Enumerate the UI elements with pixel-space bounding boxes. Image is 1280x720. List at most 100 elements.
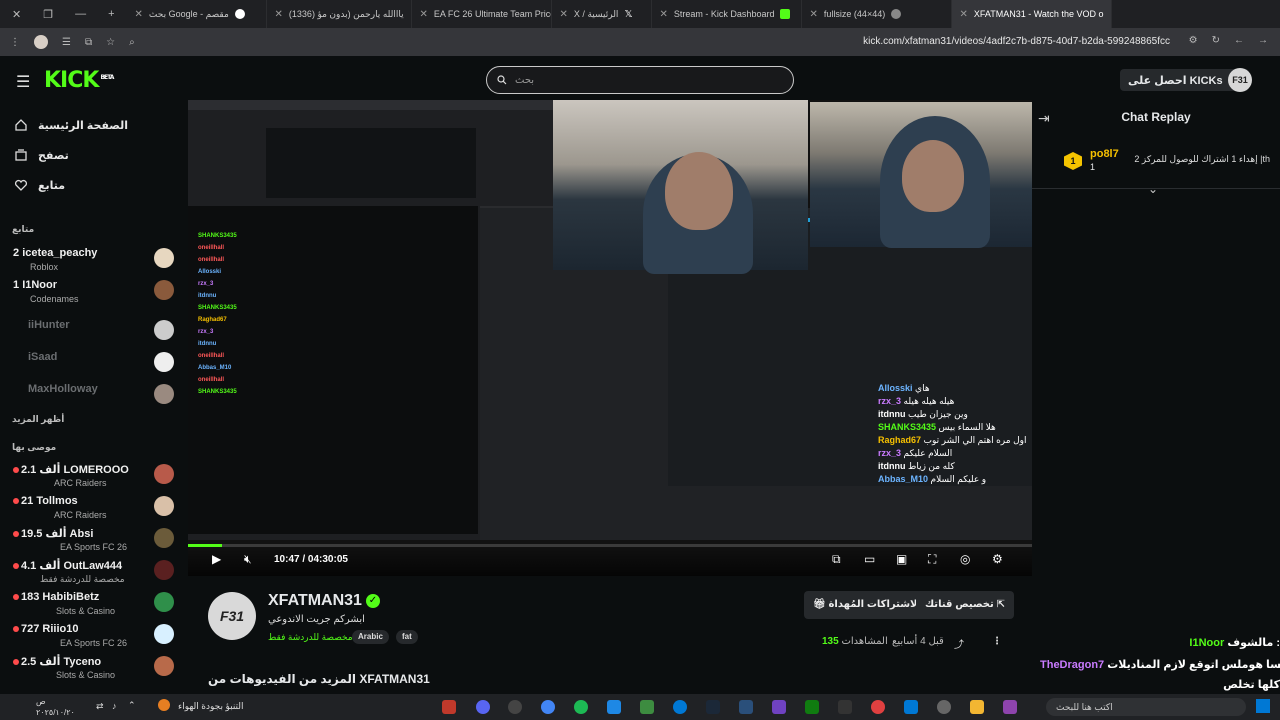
taskbar-app-icon[interactable] — [772, 700, 786, 714]
recommended-channel[interactable]: 4.1 ألف OutLaw444 مخصصة للدردشة فقط — [0, 556, 186, 586]
gift-subs-button[interactable]: 🎁︎ الاشتراكات المُهداة — [804, 591, 930, 619]
view-count: 135 المشاهدات — [822, 636, 888, 647]
customize-channel-button[interactable]: تخصيص قناتك ⇱ — [916, 591, 1014, 619]
external-link-icon: ⇱ — [996, 599, 1005, 610]
recommended-channel[interactable]: 2.1 ألف LOMEROOO ARC Raiders — [0, 460, 186, 490]
kick-logo[interactable]: KICK BETA — [44, 68, 114, 93]
avatar — [154, 352, 174, 372]
following-channel-offline[interactable]: MaxHolloway — [0, 380, 186, 410]
nav-browse[interactable]: تصفح — [14, 148, 69, 162]
taskbar-app-icon[interactable] — [442, 700, 456, 714]
share-icon[interactable]: ⤴ — [954, 636, 964, 651]
close-tab-icon[interactable]: ✕ — [420, 9, 428, 20]
browser-tab[interactable]: ✕ Stream - Kick Dashboard — [652, 0, 802, 28]
file-explorer-icon[interactable] — [970, 700, 984, 714]
browser-tab[interactable]: ✕ (1336) يااالله يارحمن (بدون مؤ — [267, 0, 412, 28]
steam-icon[interactable] — [706, 700, 720, 714]
extensions-icon[interactable]: ⧉ — [85, 37, 92, 48]
theater-mode-icon[interactable]: ▭ — [864, 552, 875, 566]
minecraft-icon[interactable] — [640, 700, 654, 714]
taskbar-app-icon[interactable] — [871, 700, 885, 714]
settings-gear-icon[interactable]: ⚙ — [992, 552, 1003, 566]
discord-icon[interactable] — [476, 700, 490, 714]
url-field[interactable]: kick.com/xfatman31/videos/4adf2c7b-d875-… — [863, 36, 1170, 47]
following-channel-offline[interactable]: iiHunter — [0, 316, 186, 346]
expand-chevron-icon[interactable]: ⌄ — [1148, 182, 1158, 196]
following-channel[interactable]: 2 icetea_peachy Roblox — [0, 244, 186, 274]
taskbar-app-icon[interactable] — [1003, 700, 1017, 714]
taskbar-app-icon[interactable] — [838, 700, 852, 714]
recommended-channel[interactable]: 19.5 ألف Absi EA Sports FC 26 — [0, 524, 186, 554]
recommended-channel[interactable]: 21 Tollmos ARC Raiders — [0, 492, 186, 522]
show-more-link[interactable]: أظهر المزيد — [12, 414, 64, 425]
obs-icon[interactable] — [508, 700, 522, 714]
windows-search-box[interactable]: اكتب هنا للبحث — [1046, 698, 1246, 716]
taskbar-clock[interactable]: ص ٢٠٢٥/١٠/٢٠ — [36, 696, 75, 718]
profile-icon[interactable] — [34, 35, 48, 49]
seek-bar[interactable] — [188, 544, 1032, 547]
bookmark-star-icon[interactable]: ☆ — [106, 37, 115, 48]
recommended-channel[interactable]: 727 Riiio10 EA Sports FC 26 — [0, 620, 186, 650]
more-options-icon[interactable]: ⋮ — [992, 636, 1002, 647]
search-input[interactable]: بحث — [486, 66, 794, 94]
sidebar-icon[interactable]: ☰ — [62, 37, 71, 48]
menu-dots-icon[interactable]: ⋮ — [10, 37, 20, 48]
close-tab-icon[interactable]: ✕ — [660, 9, 668, 20]
volume-icon[interactable]: ♪ — [112, 701, 117, 711]
tray-chevron-icon[interactable]: ⌃ — [128, 700, 136, 711]
zoom-icon[interactable]: ⌕ — [129, 37, 135, 48]
browser-tab[interactable]: ✕ fullsize (44×44) — [802, 0, 952, 28]
browser-tab[interactable]: ✕ بحث Google - مقصم — [127, 0, 267, 28]
taskbar-app-icon[interactable] — [739, 700, 753, 714]
user-avatar[interactable]: F31 — [1228, 68, 1252, 92]
restore-window-icon[interactable]: ❐ — [43, 8, 53, 21]
tag-chip[interactable]: fat — [396, 630, 418, 644]
minimize-window-icon[interactable]: — — [75, 8, 86, 21]
site-settings-icon[interactable]: ⚙ — [1189, 35, 1198, 46]
close-tab-icon[interactable]: ✕ — [275, 9, 283, 20]
windows-start-icon[interactable] — [1256, 699, 1270, 713]
close-tab-icon[interactable]: ✕ — [960, 9, 968, 20]
browser-tab-active[interactable]: ✕ XFATMAN31 - Watch the VOD o — [951, 0, 1112, 28]
stream-chat-panel: SHANKS3435 oneillhall oneillhall Allossk… — [188, 206, 478, 534]
fullscreen-icon[interactable]: ⛶ — [928, 552, 936, 567]
avatar — [154, 280, 174, 300]
recommended-channel[interactable]: 183 HabibiBetz Slots & Casino — [0, 588, 186, 618]
mute-icon[interactable]: 🔇︎ — [244, 552, 252, 567]
close-tab-icon[interactable]: ✕ — [560, 9, 568, 20]
close-tab-icon[interactable]: ✕ — [135, 9, 143, 20]
spotify-icon[interactable] — [574, 700, 588, 714]
edge-icon[interactable] — [673, 700, 687, 714]
browser-tab[interactable]: ✕ EA FC 26 Ultimate Team Prices — [412, 0, 552, 28]
play-icon[interactable]: ▶ — [212, 552, 221, 566]
channel-avatar[interactable]: F31 — [208, 592, 256, 640]
video-player[interactable]: SHANKS3435 oneillhall oneillhall Allossk… — [188, 100, 1032, 576]
reload-icon[interactable]: ↻ — [1212, 35, 1220, 46]
store-icon[interactable] — [904, 700, 918, 714]
clip-icon[interactable]: ⧉ — [832, 552, 841, 567]
speed-icon[interactable]: ◎ — [960, 552, 970, 566]
nav-following[interactable]: متابع — [14, 178, 65, 192]
telegram-icon[interactable] — [607, 700, 621, 714]
browser-tab[interactable]: ✕ X / الرئيسية 𝕏 — [552, 0, 652, 28]
tag-chip[interactable]: Arabic — [352, 630, 389, 644]
forward-icon[interactable]: → — [1258, 35, 1268, 46]
channel-name[interactable]: XFATMAN31 ✓ — [268, 592, 380, 610]
pinned-username[interactable]: po8l7 — [1090, 148, 1119, 160]
chrome-icon[interactable] — [541, 700, 555, 714]
following-channel-offline[interactable]: iSaad — [0, 348, 186, 378]
following-channel[interactable]: 1 I1Noor Codenames — [0, 276, 186, 306]
nav-home[interactable]: الصفحة الرئيسية — [14, 118, 128, 132]
miniplayer-icon[interactable]: ▣ — [896, 552, 907, 566]
close-window-icon[interactable]: ✕ — [12, 8, 21, 21]
settings-app-icon[interactable] — [937, 700, 951, 714]
close-tab-icon[interactable]: ✕ — [810, 9, 818, 20]
recommended-channel[interactable]: 2.5 ألف Tyceno Slots & Casino — [0, 652, 186, 682]
network-icon[interactable]: ⇄ — [96, 701, 104, 712]
vod-category[interactable]: مخصصة للدردشة فقط — [268, 632, 353, 643]
xbox-icon[interactable] — [805, 700, 819, 714]
back-icon[interactable]: ← — [1234, 35, 1244, 46]
hamburger-menu-icon[interactable]: ☰ — [16, 72, 30, 92]
new-tab-icon[interactable]: + — [108, 8, 114, 21]
weather-text[interactable]: التنبؤ بجودة الهواء — [178, 701, 244, 712]
